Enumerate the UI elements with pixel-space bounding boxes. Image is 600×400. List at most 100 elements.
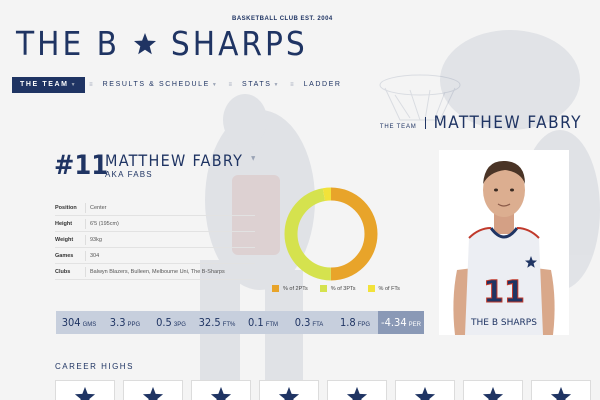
detail-row-height: Height 6'5 (195cm) xyxy=(55,216,255,232)
breadcrumb-section[interactable]: THE TEAM xyxy=(380,124,417,130)
stat-ppg: 3.3 PPG xyxy=(102,311,148,334)
stat-per: -4.34 PER xyxy=(378,311,424,334)
legend-label: % of 3PTs xyxy=(330,285,356,292)
main-nav: THE TEAM ▼ ≡ RESULTS & SCHEDULE ▼ ≡ STATS ▼… xyxy=(12,77,348,93)
star-icon xyxy=(346,386,368,400)
nav-label: STATS xyxy=(241,81,272,88)
career-highs-cards xyxy=(55,380,591,400)
stat-unit: FPG xyxy=(357,322,371,328)
detail-row-position: Position Center xyxy=(55,200,255,216)
donut-legend: % of 2PTs % of 3PTs % of FTs xyxy=(272,285,400,292)
star-icon xyxy=(482,386,504,400)
jersey-text: THE B SHARPS xyxy=(470,318,537,328)
career-high-card[interactable] xyxy=(531,380,591,400)
career-high-card[interactable] xyxy=(259,380,319,400)
star-icon xyxy=(210,386,232,400)
player-photo: 11 THE B SHARPS xyxy=(439,150,569,335)
legend-label: % of 2PTs xyxy=(283,285,308,292)
stat-unit: FT% xyxy=(222,322,236,328)
chevron-down-icon: ▼ xyxy=(211,82,219,88)
star-icon xyxy=(142,386,164,400)
stat-value: 0.1 xyxy=(247,316,264,329)
nav-label: THE TEAM xyxy=(20,81,69,88)
detail-value: 304 xyxy=(85,250,99,261)
nav-separator: ≡ xyxy=(228,82,232,88)
player-name-text: MATTHEW FABRY xyxy=(105,151,244,170)
legend-item-2pts: % of 2PTs xyxy=(272,285,308,292)
stat-ft-pct: 32.5 FT% xyxy=(194,311,240,334)
stat-value: 0.5 xyxy=(156,316,172,329)
stat-unit: 3PG xyxy=(173,322,186,328)
career-high-card[interactable] xyxy=(55,380,115,400)
star-icon xyxy=(134,33,157,55)
breadcrumb: THE TEAM MATTHEW FABRY xyxy=(380,113,582,133)
stat-games: 304 GMS xyxy=(56,311,102,334)
detail-row-weight: Weight 93kg xyxy=(55,232,255,248)
star-icon xyxy=(278,386,300,400)
breadcrumb-current: MATTHEW FABRY xyxy=(433,113,582,133)
detail-value: 93kg xyxy=(85,234,102,245)
stat-unit: PPG xyxy=(127,322,141,328)
career-high-card[interactable] xyxy=(327,380,387,400)
career-high-card[interactable] xyxy=(123,380,183,400)
detail-label: Weight xyxy=(55,236,74,243)
breadcrumb-divider xyxy=(424,117,426,129)
detail-row-clubs: Clubs Balwyn Blazers, Bulleen, Melbourne… xyxy=(55,264,255,280)
chevron-down-icon: ▼ xyxy=(251,155,257,162)
club-tagline: BASKETBALL CLUB EST. 2004 xyxy=(232,16,333,22)
legend-swatch xyxy=(272,285,279,292)
nav-label: RESULTS & SCHEDULE xyxy=(102,81,210,88)
stat-value: -4.34 xyxy=(381,316,407,329)
player-name[interactable]: MATTHEW FABRY ▼ xyxy=(105,151,257,170)
nav-item-stats[interactable]: STATS ▼ xyxy=(236,77,286,93)
legend-item-fts: % of FTs xyxy=(367,285,400,292)
stat-value: 1.8 xyxy=(339,316,356,329)
career-high-card[interactable] xyxy=(191,380,251,400)
nav-item-the-team[interactable]: THE TEAM ▼ xyxy=(12,77,86,93)
legend-swatch xyxy=(319,285,327,292)
chevron-down-icon: ▼ xyxy=(70,82,78,88)
stat-unit: FTM xyxy=(265,322,279,328)
stat-value: 0.3 xyxy=(294,316,311,329)
detail-label: Games xyxy=(55,252,74,259)
logo-text-start: THE B xyxy=(16,24,121,63)
logo-text-end: SHARPS xyxy=(170,24,308,63)
jersey-number: 11 xyxy=(483,275,525,310)
star-icon xyxy=(74,386,96,400)
nav-label: LADDER xyxy=(303,81,342,88)
nav-item-ladder[interactable]: LADDER xyxy=(298,77,348,93)
detail-label: Clubs xyxy=(55,268,71,275)
nav-separator: ≡ xyxy=(89,82,93,88)
chevron-down-icon: ▼ xyxy=(273,82,281,88)
detail-value: Balwyn Blazers, Bulleen, Melbourne Uni, … xyxy=(85,266,225,277)
shot-distribution-donut xyxy=(284,187,378,281)
detail-value: 6'5 (195cm) xyxy=(85,218,119,229)
career-high-card[interactable] xyxy=(395,380,455,400)
detail-label: Position xyxy=(55,204,77,211)
stat-value: 3.3 xyxy=(109,316,126,329)
legend-item-3pts: % of 3PTs xyxy=(319,285,356,292)
stat-fpg: 1.8 FPG xyxy=(332,311,378,334)
star-icon xyxy=(414,386,436,400)
detail-row-games: Games 304 xyxy=(55,248,255,264)
career-high-card[interactable] xyxy=(463,380,523,400)
player-number: #11 xyxy=(54,150,109,181)
stat-value: 32.5 xyxy=(198,316,221,329)
career-highs-title: CAREER HIGHS xyxy=(55,362,134,371)
player-details: Position Center Height 6'5 (195cm) Weigh… xyxy=(55,200,255,280)
nav-separator: ≡ xyxy=(290,82,294,88)
player-nickname: AKA FABS xyxy=(105,170,153,179)
star-icon xyxy=(550,386,572,400)
stat-3pg: 0.5 3PG xyxy=(148,311,194,334)
site-logo[interactable]: THE B SHARPS xyxy=(16,24,308,64)
nav-item-results-schedule[interactable]: RESULTS & SCHEDULE ▼ xyxy=(97,77,225,93)
legend-swatch xyxy=(367,285,375,292)
stat-fta: 0.3 FTA xyxy=(286,311,332,334)
stat-unit: PER xyxy=(408,322,421,328)
legend-label: % of FTs xyxy=(378,285,400,292)
detail-label: Height xyxy=(55,220,73,227)
stat-value: 304 xyxy=(61,316,81,329)
stats-bar: 304 GMS 3.3 PPG 0.5 3PG 32.5 FT% 0.1 FTM 0.3 F… xyxy=(56,311,424,334)
stat-unit: GMS xyxy=(82,322,97,328)
stat-ftm: 0.1 FTM xyxy=(240,311,286,334)
